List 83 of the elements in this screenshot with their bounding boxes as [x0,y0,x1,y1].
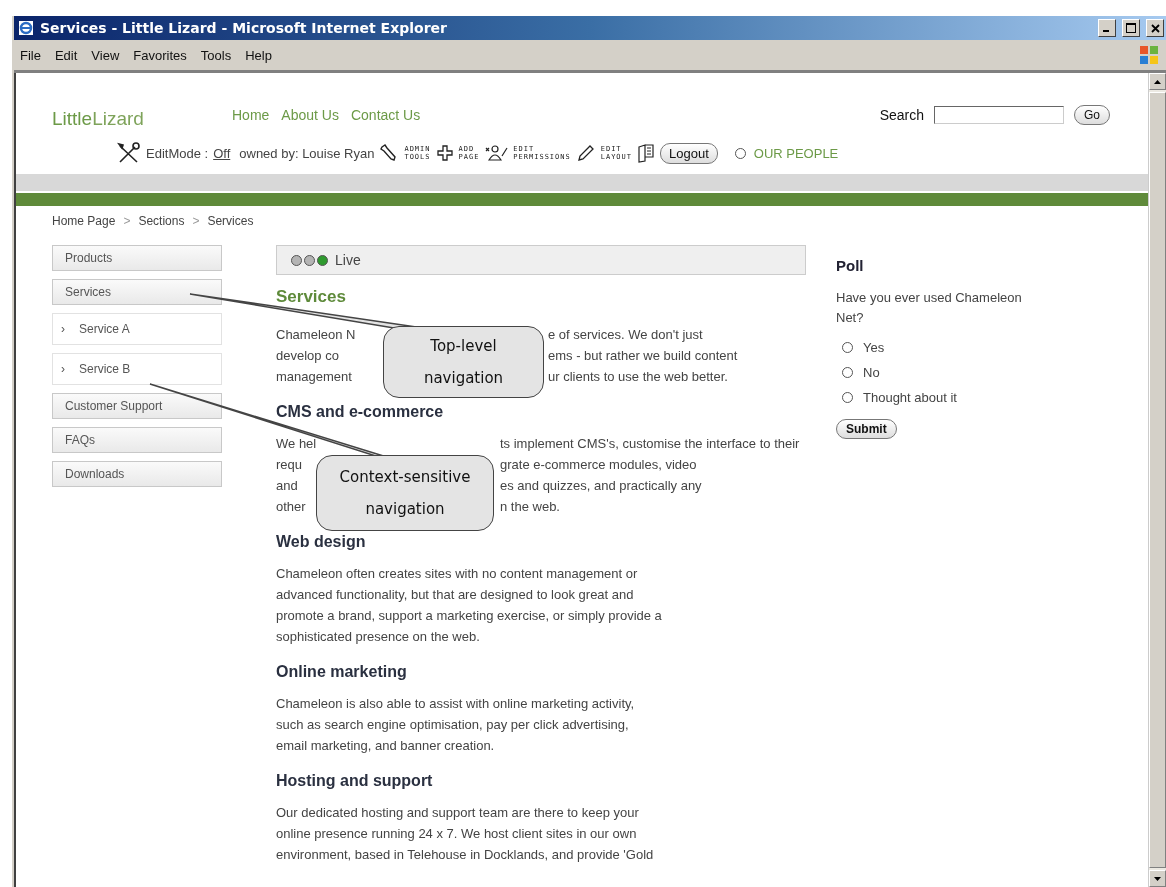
sidebar-item[interactable]: FAQs [52,427,222,453]
text-line: Chameleon is also able to assist with online marketing activity, [276,695,635,713]
radio-button[interactable] [842,367,853,378]
windows-logo-icon [1138,44,1160,66]
logout-button[interactable]: Logout [660,142,718,164]
text-line: We hel [276,436,317,451]
option-label[interactable]: Yes [863,340,885,355]
scroll-down-icon[interactable] [1154,876,1161,881]
menu-item[interactable]: View [87,47,130,63]
breadcrumb-separator: > [123,214,131,230]
text-line: es and quizzes, and practically any [500,477,702,495]
people-icon[interactable] [484,144,509,162]
close-button[interactable] [1146,19,1164,37]
scrollbar[interactable] [1148,73,1166,887]
menu-item[interactable]: Edit [50,47,88,63]
text-line: such as search engine optimisation, pay per click advertising, [276,716,629,734]
radio-button[interactable] [842,392,853,403]
text-line: email marketing, and banner creation. [276,737,495,755]
section-heading: Online marketing [276,663,408,681]
page-title: Services [276,287,347,307]
radio-button[interactable] [734,147,746,159]
sidebar-item[interactable]: Products [52,245,222,271]
menu-item[interactable]: File [20,47,51,63]
text-line: online presence running 24 x 7. We host client sites in our own [276,825,637,843]
poll-title: Poll [836,257,865,274]
pencil-icon[interactable] [575,143,596,163]
status-label: Live [335,252,361,268]
text-line: Chameleon often creates sites with no content management or [276,565,638,583]
sidebar-item[interactable]: › Service A [52,313,222,345]
search-label: Search [879,107,924,123]
sidebar-item[interactable]: Customer Support [52,393,222,419]
section-heading: Web design [276,533,367,551]
sidebar-item[interactable]: › Service B [52,353,222,385]
callout: Context-sensitive navigation [316,455,494,531]
text-line: management [276,369,352,384]
text-line: sophisticated presence on the web. [276,628,480,646]
text-line: and [276,478,298,493]
breadcrumb-link[interactable]: Home Page [52,214,116,232]
poll-question: Have you ever used Chameleon Net? [836,289,1023,327]
text-line: grate e-commerce modules, video [500,456,697,474]
scroll-up-icon[interactable] [1154,79,1161,84]
edit-mode-label: EditMode : [146,145,209,161]
maximize-icon[interactable] [1126,23,1136,33]
sidebar-item[interactable]: Services [52,279,222,305]
text-line: requ [276,457,303,472]
close-icon[interactable] [1150,23,1160,33]
text-line: develop co [276,348,339,363]
text-line: Our dedicated hosting and support team are there to keep your [276,804,639,822]
text-line: environment, based in Telehouse in Docklands, and provide 'Gold [276,846,654,864]
window-title: Services - Little Lizard - Microsoft Internet Explorer [40,20,448,36]
text-line: promote a brand, support a marketing exercise, or simply provide a [276,607,662,625]
callout: Top-level navigation [383,326,544,398]
menu-item[interactable]: Tools [196,47,242,63]
maximize-button[interactable] [1122,19,1140,37]
layout-icon[interactable] [637,143,655,163]
search-field[interactable] [934,106,1064,124]
section-heading: CMS and e-commerce [276,403,445,421]
text-line: e of services. We don't just [548,326,703,344]
text-line: ts implement CMS's, customise the interface to their [500,435,800,453]
text-line: ur clients to use the web better. [548,368,728,386]
breadcrumb-separator: > [192,214,200,230]
text-line: Chameleon N [276,327,356,342]
text-line: n the web. [500,498,560,516]
option-label[interactable]: Thought about it [863,390,957,405]
text-line: advanced functionality, but that are designed to look great and [276,586,634,604]
sidebar-item[interactable]: Downloads [52,461,222,487]
menu-item[interactable]: Favorites [129,47,197,63]
minimize-button[interactable] [1098,19,1116,37]
section-heading: Hosting and support [276,772,434,790]
tools-icon[interactable] [117,141,141,165]
radio-button[interactable] [842,342,853,353]
text-line: ems - but rather we build content [548,347,738,365]
option-label[interactable]: No [863,365,880,380]
text-line: other [276,499,306,514]
submit-button[interactable]: Submit [836,419,897,439]
menu-item[interactable]: Help [241,47,282,63]
breadcrumb-link[interactable]: Sections [138,214,185,232]
go-button[interactable]: Go [1074,105,1110,125]
edit-mode-link[interactable]: Off [213,145,231,161]
browser-icon [18,20,34,36]
plus-icon[interactable] [435,144,454,162]
owner-text: owned by: Louise Ryan [239,145,375,161]
breadcrumb-link[interactable]: Services [207,214,254,232]
